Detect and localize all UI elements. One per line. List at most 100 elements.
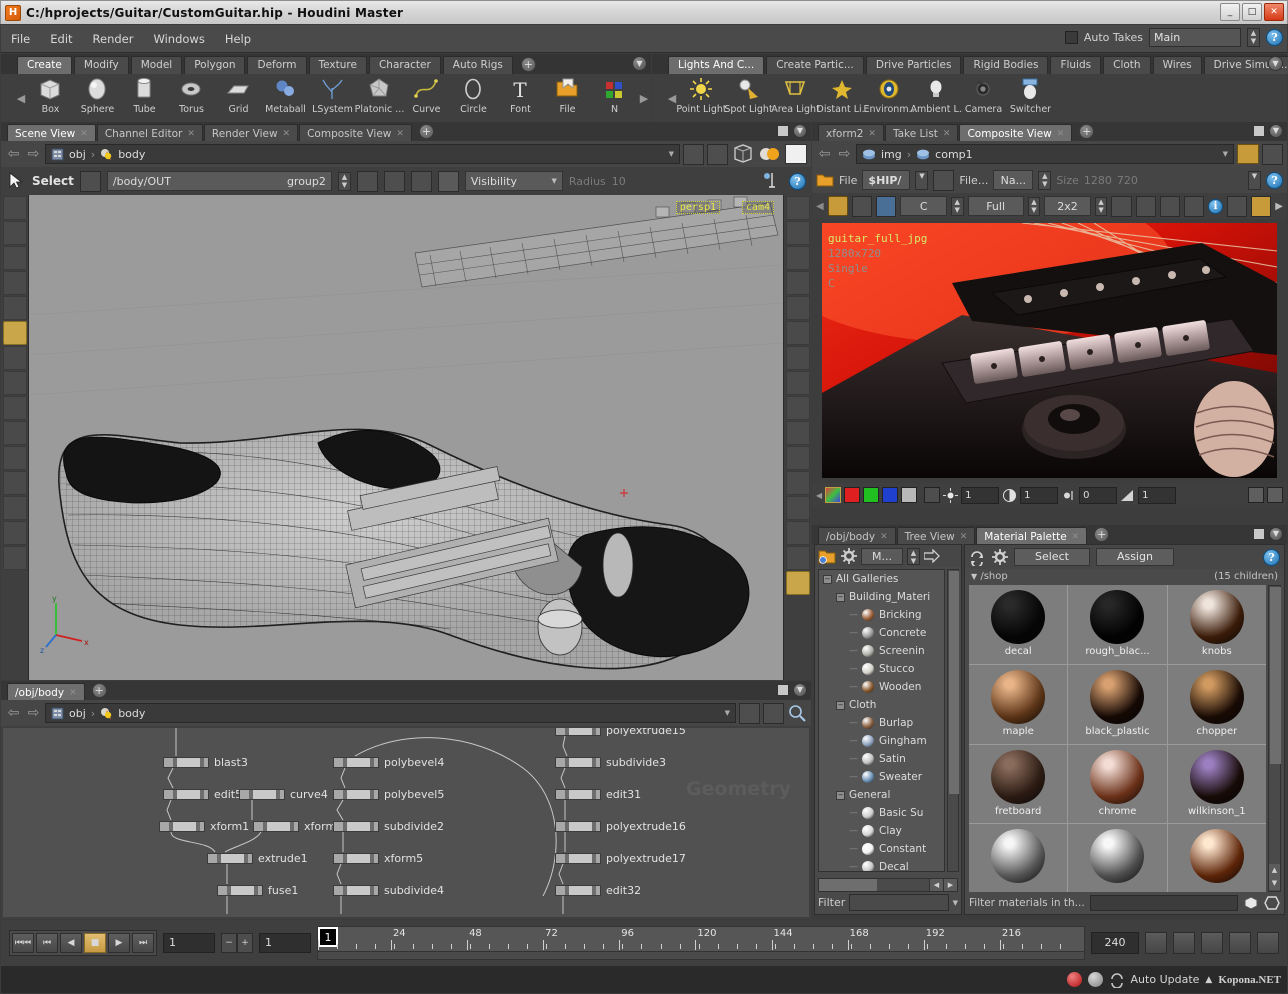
- group-picker-icon[interactable]: [80, 171, 101, 192]
- pane-menu-icon[interactable]: ▼: [793, 683, 807, 697]
- background-image-icon[interactable]: [786, 546, 810, 570]
- viewport[interactable]: y x z persp1 cam4: [1, 195, 811, 680]
- gallery-spinner[interactable]: ▲▼: [907, 548, 920, 565]
- close-icon[interactable]: ✕: [868, 129, 876, 139]
- shelf-tool-switcher[interactable]: Switcher: [1007, 74, 1054, 115]
- palette-help-icon[interactable]: ?: [1263, 549, 1280, 566]
- back-arrow-icon[interactable]: ⇦: [816, 146, 833, 162]
- gain-value[interactable]: 1: [961, 487, 999, 504]
- add-pane-tab-icon[interactable]: +: [419, 124, 434, 139]
- material-cell[interactable]: [1168, 824, 1266, 892]
- gear-icon[interactable]: [841, 548, 857, 564]
- apply-arrow-icon[interactable]: [924, 549, 940, 563]
- composite-help-icon[interactable]: ?: [1266, 172, 1283, 189]
- channel-spinner[interactable]: ▲▼: [951, 197, 964, 216]
- maximize-button[interactable]: □: [1242, 3, 1262, 21]
- soft-transform-icon[interactable]: [3, 446, 27, 470]
- network-node[interactable]: xform5: [333, 852, 423, 865]
- compare-icon[interactable]: [1267, 487, 1283, 503]
- menu-render[interactable]: Render: [83, 29, 144, 49]
- close-button[interactable]: ✕: [1264, 3, 1284, 21]
- gallery-vertical-scrollbar[interactable]: [947, 569, 959, 872]
- shelf-tab-auto-rigs[interactable]: Auto Rigs: [443, 56, 513, 74]
- expand-coll-icon[interactable]: −: [836, 701, 845, 710]
- shelf-tool-distant-li[interactable]: Distant Li...: [819, 74, 866, 115]
- shelf-scroll-left-icon[interactable]: ◀: [666, 92, 678, 105]
- material-cell[interactable]: black_plastic: [1068, 665, 1166, 744]
- gallery-material-row[interactable]: —Stucco: [819, 660, 944, 678]
- shelf-tab-texture[interactable]: Texture: [309, 56, 367, 74]
- shading-icon[interactable]: [786, 196, 810, 220]
- gear-icon[interactable]: [992, 549, 1008, 565]
- node-flags[interactable]: [333, 789, 379, 800]
- expand-coll-icon[interactable]: −: [836, 593, 845, 602]
- composite-image[interactable]: guitar_full_jpg 1280x720 Single C: [822, 223, 1277, 478]
- node-flags[interactable]: [555, 789, 601, 800]
- go-to-end-icon[interactable]: ⏭: [132, 933, 154, 953]
- gallery-filter-chevron-down-icon[interactable]: ▼: [953, 899, 958, 907]
- scale-tool-icon[interactable]: [3, 421, 27, 445]
- frame-increment-icon[interactable]: +: [237, 933, 253, 953]
- red-channel-icon[interactable]: [844, 487, 860, 503]
- exposure-value[interactable]: 1: [1138, 487, 1176, 504]
- network-node[interactable]: subdivide4: [333, 884, 444, 897]
- pan-zoom-icon[interactable]: [786, 271, 810, 295]
- snap-grid-icon[interactable]: [786, 446, 810, 470]
- maximize-pane-icon[interactable]: [777, 684, 789, 696]
- tab-obj-body[interactable]: /obj/body✕: [818, 527, 896, 544]
- viewport-help-icon[interactable]: ?: [789, 173, 806, 190]
- material-cell[interactable]: maple: [969, 665, 1067, 744]
- minimize-button[interactable]: _: [1220, 3, 1240, 21]
- gallery-material-row[interactable]: —Constant: [819, 840, 944, 858]
- network-node[interactable]: edit31: [555, 788, 641, 801]
- tab-render-view[interactable]: Render View✕: [204, 124, 298, 141]
- network-node[interactable]: edit32: [555, 884, 641, 897]
- text-display-icon[interactable]: [786, 496, 810, 520]
- hip-field[interactable]: $HIP/: [862, 170, 910, 190]
- shelf-tab-fluids[interactable]: Fluids: [1050, 56, 1101, 74]
- network-node[interactable]: blast3: [163, 756, 248, 769]
- active-tool-icon[interactable]: [1251, 196, 1271, 217]
- viewport-canvas[interactable]: y x z persp1 cam4: [30, 195, 782, 680]
- shelf-tool-grid[interactable]: Grid: [215, 74, 262, 115]
- green-channel-icon[interactable]: [863, 487, 879, 503]
- shelf-tool-font[interactable]: TFont: [497, 74, 544, 115]
- material-cell[interactable]: rough_blac...: [1068, 585, 1166, 664]
- gallery-material-row[interactable]: —Burlap: [819, 714, 944, 732]
- channel-list-icon[interactable]: [852, 196, 872, 217]
- node-flags[interactable]: [159, 821, 205, 832]
- material-cell[interactable]: fretboard: [969, 745, 1067, 824]
- network-node[interactable]: fuse1: [217, 884, 298, 897]
- shelf-tool-file[interactable]: File: [544, 74, 591, 115]
- shelf-tool-circle[interactable]: Circle: [450, 74, 497, 115]
- link-icon[interactable]: [707, 144, 728, 165]
- zoom-in-icon[interactable]: [1111, 196, 1131, 217]
- rgba-channel-icon[interactable]: [825, 487, 841, 503]
- network-node[interactable]: polyextrude17: [555, 852, 686, 865]
- tab-take-list[interactable]: Take List✕: [885, 124, 959, 141]
- fit-icon[interactable]: [1184, 196, 1204, 217]
- network-node[interactable]: extrude1: [207, 852, 308, 865]
- assign-button[interactable]: Assign: [1096, 548, 1174, 566]
- shelf-tool-spot-light[interactable]: Spot Light: [725, 74, 772, 115]
- shelf-tab-lights-and-c[interactable]: Lights And C...: [668, 56, 764, 74]
- view-tool-icon[interactable]: [3, 196, 27, 220]
- frame-decrement-icon[interactable]: −: [221, 933, 237, 953]
- tab-tree-view[interactable]: Tree View✕: [897, 527, 976, 544]
- shelf-tool-camera[interactable]: Camera: [960, 74, 1007, 115]
- file-browse-icon[interactable]: [933, 170, 954, 191]
- settings-icon[interactable]: [1257, 932, 1279, 954]
- sculpt-tool-icon[interactable]: [3, 521, 27, 545]
- point-display-icon[interactable]: [786, 296, 810, 320]
- shelf-tool-area-light[interactable]: Area Light: [772, 74, 819, 115]
- cube-icon[interactable]: [1243, 896, 1259, 910]
- material-filter-input[interactable]: [1090, 895, 1238, 911]
- shelf-tool-platonic[interactable]: Platonic ...: [356, 74, 403, 115]
- edge-select-icon[interactable]: [384, 171, 405, 192]
- pane-menu-icon[interactable]: ▼: [1269, 527, 1283, 541]
- shelf-tab-create-partic[interactable]: Create Partic...: [766, 56, 864, 74]
- node-flags[interactable]: [555, 885, 601, 896]
- home-icon[interactable]: [1160, 196, 1180, 217]
- handle-tool-icon[interactable]: [3, 346, 27, 370]
- gallery-tree[interactable]: −All Galleries−Building_Materi—Bricking—…: [818, 569, 945, 872]
